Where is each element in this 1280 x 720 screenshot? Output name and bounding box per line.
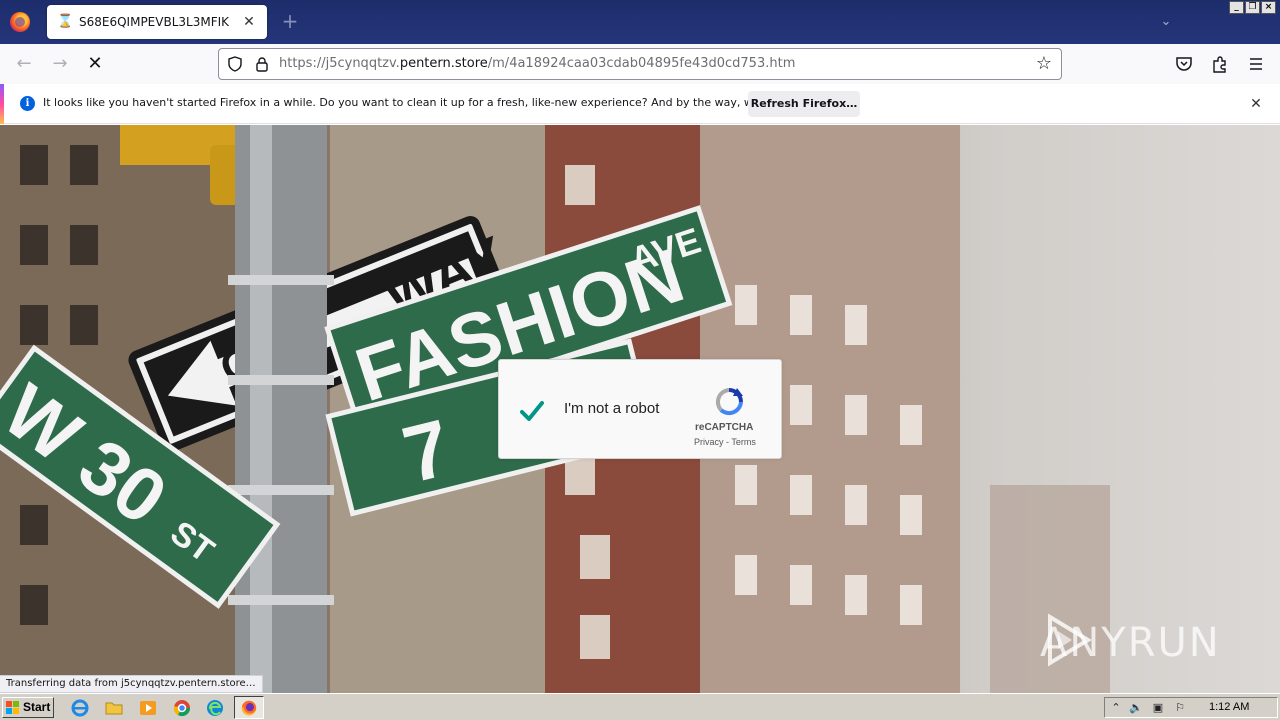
new-tab-plus-icon[interactable]: + xyxy=(280,11,300,31)
volume-speaker-icon[interactable]: 🔈 xyxy=(1129,701,1143,715)
url-host: pentern.store xyxy=(399,56,488,71)
navigation-toolbar: ← → ✕ https://j5cynqqtzv.pentern.store/m… xyxy=(0,44,1280,84)
media-player-icon[interactable] xyxy=(138,698,158,718)
hamburger-menu-icon[interactable] xyxy=(1246,54,1266,74)
play-triangle-icon xyxy=(1048,613,1092,667)
status-bar: Transferring data from j5cynqqtzv.penter… xyxy=(0,675,263,693)
checkmark-icon[interactable] xyxy=(519,398,545,424)
list-all-tabs-chevron-icon[interactable]: ⌄ xyxy=(1158,14,1174,30)
tab-active[interactable]: ⌛ S68E6QIMPEVBL3L3MFIK ✕ xyxy=(47,5,267,39)
windows-taskbar: Start ⌃ 🔈 ▣ ⚐ 1:12 AM xyxy=(0,693,1280,720)
anyrun-watermark: ANY RUN xyxy=(1040,613,1221,673)
tab-close-icon[interactable]: ✕ xyxy=(241,14,257,30)
start-label: Start xyxy=(23,700,51,714)
forward-arrow-icon[interactable]: → xyxy=(48,52,72,76)
network-computer-icon[interactable]: ▣ xyxy=(1151,701,1165,715)
internet-explorer-icon[interactable] xyxy=(70,698,90,718)
edge-icon[interactable] xyxy=(205,698,225,718)
hourglass-icon: ⌛ xyxy=(57,14,74,29)
file-explorer-folder-icon[interactable] xyxy=(104,698,124,718)
recaptcha-brand: reCAPTCHA xyxy=(695,422,754,433)
recaptcha-privacy-terms-link[interactable]: Privacy - Terms xyxy=(694,437,756,447)
action-center-flag-icon[interactable]: ⚐ xyxy=(1173,701,1187,715)
system-tray: ⌃ 🔈 ▣ ⚐ 1:12 AM xyxy=(1104,697,1278,718)
start-button[interactable]: Start xyxy=(2,697,54,718)
refresh-firefox-notification: i It looks like you haven't started Fire… xyxy=(0,84,1280,124)
extensions-puzzle-icon[interactable] xyxy=(1210,54,1230,74)
url-path: /m/4a18924caa03cdab04895fe43d0cd753.htm xyxy=(487,56,796,71)
chrome-icon[interactable] xyxy=(172,698,192,718)
window-close-button[interactable]: × xyxy=(1261,1,1276,14)
tab-strip: ⌛ S68E6QIMPEVBL3L3MFIK ✕ + ⌄ _ ❐ × xyxy=(0,0,1280,44)
recaptcha-widget: I'm not a robot reCAPTCHA Privacy - Term… xyxy=(498,359,782,459)
firefox-logo-icon[interactable] xyxy=(10,12,30,32)
windows-logo-icon xyxy=(6,701,19,714)
captcha-label[interactable]: I'm not a robot xyxy=(564,400,659,417)
info-icon: i xyxy=(20,96,35,111)
tracking-protection-shield-icon[interactable] xyxy=(227,56,243,72)
url-text[interactable]: https://j5cynqqtzv.pentern.store/m/4a189… xyxy=(279,56,795,71)
stop-loading-x-icon[interactable]: ✕ xyxy=(83,52,107,76)
refresh-firefox-button[interactable]: Refresh Firefox… xyxy=(748,91,860,117)
taskbar-clock[interactable]: 1:12 AM xyxy=(1209,701,1249,713)
firefox-taskbar-icon xyxy=(241,700,257,716)
notification-message: It looks like you haven't started Firefo… xyxy=(43,96,827,109)
tray-expand-arrow-icon[interactable]: ⌃ xyxy=(1109,701,1123,715)
pocket-icon[interactable] xyxy=(1174,54,1194,74)
padlock-icon[interactable] xyxy=(254,56,270,72)
taskbar-firefox-button[interactable] xyxy=(234,696,264,719)
notification-close-icon[interactable]: ✕ xyxy=(1248,96,1264,112)
watermark-run: RUN xyxy=(1127,620,1221,666)
window-restore-button[interactable]: ❐ xyxy=(1245,1,1260,14)
url-prefix: https://j5cynqqtzv. xyxy=(279,56,400,71)
url-bar[interactable]: https://j5cynqqtzv.pentern.store/m/4a189… xyxy=(218,48,1062,80)
notification-gradient-stripe xyxy=(0,84,4,124)
tab-title: S68E6QIMPEVBL3L3MFIK xyxy=(79,15,230,29)
bookmark-star-icon[interactable]: ☆ xyxy=(1033,53,1055,75)
window-minimize-button[interactable]: _ xyxy=(1229,1,1244,14)
back-arrow-icon[interactable]: ← xyxy=(12,52,36,76)
page-content: WAY ON FASHION AVE 7 W 30 ST xyxy=(0,125,1280,693)
recaptcha-logo-icon xyxy=(715,388,743,416)
